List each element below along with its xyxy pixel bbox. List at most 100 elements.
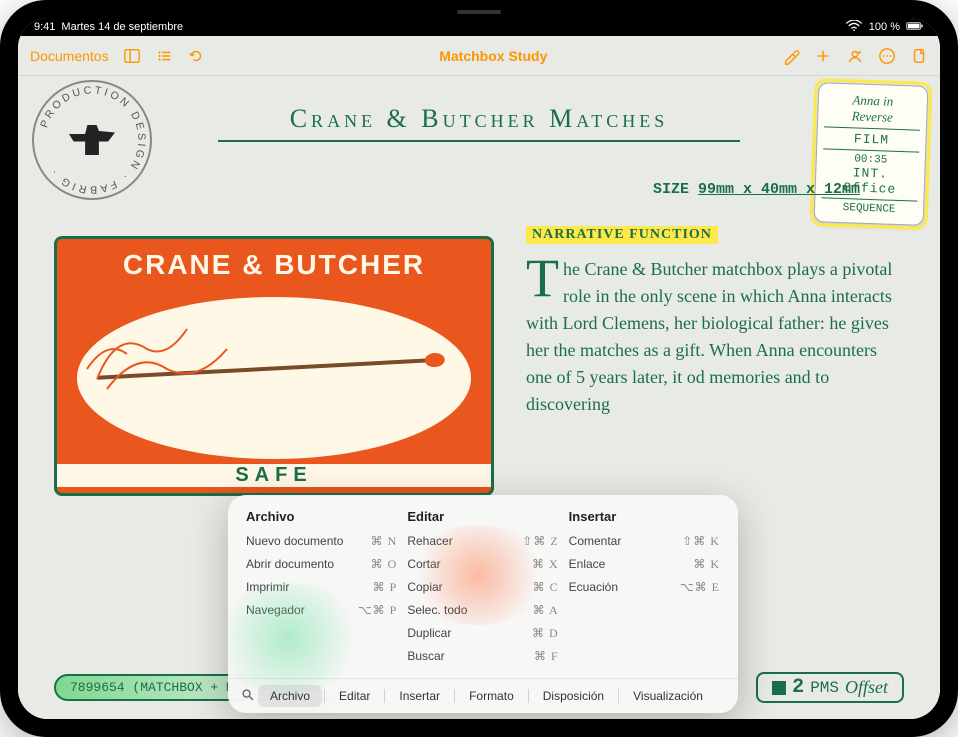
- shortcut-tabbar: ArchivoEditarInsertarFormatoDisposiciónV…: [228, 678, 738, 713]
- shortcut-tab-formato[interactable]: Formato: [457, 685, 526, 707]
- sidebar-toggle-button[interactable]: [123, 47, 141, 65]
- wifi-icon: [845, 20, 863, 35]
- tab-separator: [324, 689, 325, 703]
- shortcut-item[interactable]: Enlace ⌘ K: [569, 553, 720, 576]
- doc-heading: Crane & Butcher Matches: [218, 104, 740, 142]
- tab-separator: [618, 689, 619, 703]
- shortcut-item[interactable]: Nuevo documento ⌘ N: [246, 530, 397, 553]
- battery-pct: 100 %: [869, 21, 900, 33]
- matchbox-brand: CRANE & BUTCHER: [57, 249, 491, 281]
- pms-offset: Offset: [845, 677, 888, 698]
- screen: 9:41 Martes 14 de septiembre 100 % Docum…: [18, 18, 940, 719]
- body-content: he Crane & Butcher matchbox plays a pivo…: [526, 259, 892, 414]
- sticker-film: FILM: [823, 130, 919, 148]
- collaborate-button[interactable]: [846, 47, 864, 65]
- document-canvas[interactable]: PRODUCTION DESIGN · FABRIG · Crane & But…: [18, 76, 940, 719]
- film-sticker: Anna in Reverse FILM 00:35 INT. Office S…: [814, 82, 929, 226]
- shortcut-label: Comentar: [569, 534, 622, 549]
- size-value: 99mm x 40mm x 12mm: [698, 181, 860, 198]
- shortcut-columns: Archivo Nuevo documento ⌘ N Abrir documento…: [228, 495, 738, 678]
- shortcut-label: Selec. todo: [407, 603, 467, 618]
- size-spec: SIZE 99mm x 40mm x 12mm: [653, 181, 860, 198]
- shortcut-keys: ⇧⌘ Z: [522, 534, 558, 549]
- tab-separator: [384, 689, 385, 703]
- highlight-swipe: [205, 135, 330, 149]
- matchbox-illustration: CRANE & BUTCHER SAFE: [54, 236, 494, 496]
- shortcut-column: Archivo Nuevo documento ⌘ N Abrir documento…: [246, 509, 397, 668]
- documents-back-button[interactable]: Documentos: [30, 48, 109, 64]
- shortcut-item[interactable]: Copiar ⌘ C: [407, 576, 558, 599]
- dropcap: T: [526, 256, 563, 300]
- shortcut-keys: ⌘ K: [693, 557, 720, 572]
- shortcut-keys: ⌘ P: [373, 580, 398, 595]
- shortcut-column-title: Editar: [407, 509, 558, 524]
- app-toolbar: Documentos Matchbox Study: [18, 36, 940, 76]
- search-icon[interactable]: [238, 688, 258, 705]
- sparks-icon: [77, 299, 277, 419]
- app-pages: Documentos Matchbox Study: [18, 36, 940, 719]
- status-date: Martes 14 de septiembre: [61, 21, 183, 33]
- shortcut-item[interactable]: Imprimir⌘ P: [246, 576, 397, 599]
- shortcut-column-title: Insertar: [569, 509, 720, 524]
- shortcut-keys: ⌘ F: [534, 649, 559, 664]
- shortcut-label: Cortar: [407, 557, 440, 572]
- shortcut-column-title: Archivo: [246, 509, 397, 524]
- production-badge: PRODUCTION DESIGN · FABRIG ·: [32, 80, 152, 200]
- tab-separator: [528, 689, 529, 703]
- status-bar: 9:41 Martes 14 de septiembre 100 %: [18, 18, 940, 36]
- undo-button[interactable]: [187, 47, 205, 65]
- shortcut-tab-editar[interactable]: Editar: [327, 685, 382, 707]
- home-indicator: [457, 10, 501, 14]
- shortcut-item[interactable]: Abrir documento ⌘ O: [246, 553, 397, 576]
- shortcut-item[interactable]: Duplicar ⌘ D: [407, 622, 558, 645]
- shortcut-keys: ⇧⌘ K: [682, 534, 720, 549]
- shortcut-column: Editar Rehacer⇧⌘ Z Cortar ⌘ X Copiar ⌘ C Selec…: [407, 509, 558, 668]
- sticker-title2: Reverse: [824, 107, 920, 126]
- shortcut-item[interactable]: Navegador ⌥⌘ P: [246, 599, 397, 622]
- shortcut-item[interactable]: Comentar ⇧⌘ K: [569, 530, 720, 553]
- ipad-frame: 9:41 Martes 14 de septiembre 100 % Docum…: [0, 0, 958, 737]
- shortcut-item[interactable]: Cortar ⌘ X: [407, 553, 558, 576]
- heading-rule: [218, 140, 740, 142]
- shortcut-label: Duplicar: [407, 626, 451, 641]
- shortcut-keys: ⌘ N: [371, 534, 398, 549]
- shortcut-tab-visualización[interactable]: Visualización: [621, 685, 715, 707]
- shortcut-keys: ⌥⌘ P: [358, 603, 398, 618]
- shortcut-label: Abrir documento: [246, 557, 334, 572]
- shortcut-item[interactable]: Ecuación⌥⌘ E: [569, 576, 720, 599]
- shortcut-tab-archivo[interactable]: Archivo: [258, 685, 322, 707]
- status-time: 9:41: [34, 21, 55, 33]
- narrative-heading: NARRATIVE FUNCTION: [526, 226, 718, 244]
- shortcut-keys: ⌘ O: [371, 557, 398, 572]
- more-button[interactable]: [878, 47, 896, 65]
- doc-heading-text: Crane & Butcher Matches: [290, 104, 669, 133]
- shortcut-keys: ⌥⌘ E: [680, 580, 720, 595]
- shortcut-label: Navegador: [246, 603, 305, 618]
- document-options-button[interactable]: [910, 47, 928, 65]
- shortcut-item[interactable]: Rehacer⇧⌘ Z: [407, 530, 558, 553]
- shortcut-keys: ⌘ A: [533, 603, 559, 618]
- view-options-button[interactable]: [155, 47, 173, 65]
- pms-chip: 2 PMS Offset: [756, 672, 904, 703]
- shortcut-column: Insertar Comentar ⇧⌘ K Enlace ⌘ K Ecuación⌥⌘ …: [569, 509, 720, 668]
- tab-separator: [454, 689, 455, 703]
- shortcut-keys: ⌘ C: [533, 580, 559, 595]
- shortcut-tab-disposición[interactable]: Disposición: [531, 685, 616, 707]
- body-paragraph: The Crane & Butcher matchbox plays a piv…: [526, 256, 900, 418]
- shortcut-keys: ⌘ D: [532, 626, 559, 641]
- shortcut-label: Nuevo documento: [246, 534, 343, 549]
- sticker-seq: SEQUENCE: [821, 201, 917, 216]
- format-brush-button[interactable]: [782, 47, 800, 65]
- shortcut-label: Buscar: [407, 649, 444, 664]
- shortcut-tab-insertar[interactable]: Insertar: [387, 685, 452, 707]
- shortcut-label: Enlace: [569, 557, 606, 572]
- document-title[interactable]: Matchbox Study: [219, 48, 768, 64]
- shortcut-item[interactable]: Buscar ⌘ F: [407, 645, 558, 668]
- matchbox-safe: SAFE: [57, 464, 491, 487]
- shortcut-keys: ⌘ X: [532, 557, 559, 572]
- keyboard-shortcut-overlay: Archivo Nuevo documento ⌘ N Abrir documento…: [228, 495, 738, 713]
- shortcut-label: Copiar: [407, 580, 442, 595]
- pms-label: PMS: [810, 679, 839, 697]
- insert-button[interactable]: [814, 47, 832, 65]
- shortcut-item[interactable]: Selec. todo ⌘ A: [407, 599, 558, 622]
